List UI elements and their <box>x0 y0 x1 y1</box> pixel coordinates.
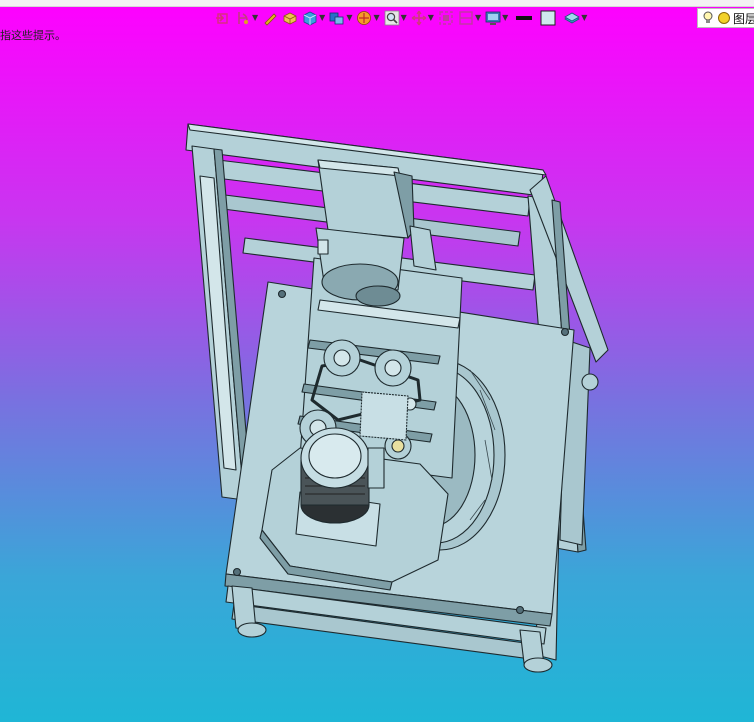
cad-assembly-model[interactable] <box>0 0 754 722</box>
